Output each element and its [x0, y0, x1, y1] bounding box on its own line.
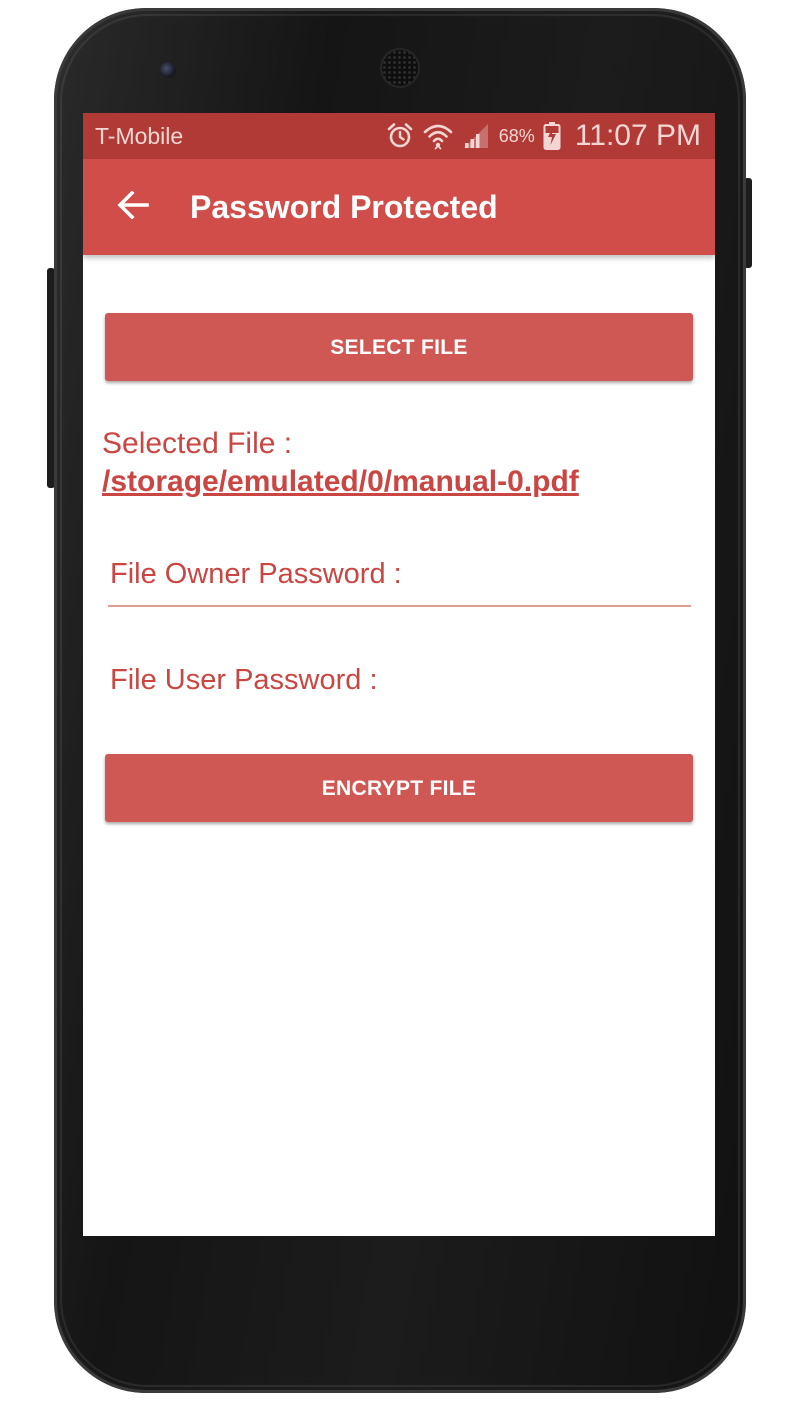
status-bar: T-Mobile 68% 11:07 PM	[83, 113, 715, 159]
light-sensor	[638, 66, 646, 74]
owner-password-input[interactable]	[108, 545, 691, 603]
selected-file-path-link[interactable]: /storage/emulated/0/manual-0.pdf	[102, 465, 579, 498]
app-screen: T-Mobile 68% 11:07 PM Password Protected…	[83, 113, 715, 1236]
page-title: Password Protected	[190, 189, 498, 225]
user-password-input[interactable]	[108, 651, 691, 709]
wifi-icon	[423, 121, 453, 151]
earpiece-speaker	[382, 50, 418, 86]
user-password-field[interactable]	[108, 651, 691, 709]
back-button[interactable]	[113, 189, 153, 225]
arrow-back-icon	[117, 189, 149, 224]
app-toolbar: Password Protected	[83, 159, 715, 255]
selected-file-info: Selected File : /storage/emulated/0/manu…	[102, 425, 702, 501]
proximity-sensor	[614, 64, 624, 74]
selected-file-label: Selected File :	[102, 427, 293, 460]
device-frame: T-Mobile 68% 11:07 PM Password Protected…	[0, 0, 800, 1405]
battery-percent: 68%	[498, 125, 535, 146]
encrypt-file-button[interactable]: ENCRYPT FILE	[105, 754, 693, 822]
owner-password-field[interactable]	[108, 545, 691, 607]
front-camera	[160, 62, 176, 78]
carrier-name: T-Mobile	[95, 123, 184, 149]
select-file-button[interactable]: SELECT FILE	[105, 313, 693, 381]
status-clock: 11:07 PM	[574, 119, 701, 152]
alarm-icon	[385, 121, 415, 151]
battery-charging-icon	[543, 121, 561, 151]
input-underline	[108, 605, 691, 607]
signal-icon	[461, 121, 491, 151]
